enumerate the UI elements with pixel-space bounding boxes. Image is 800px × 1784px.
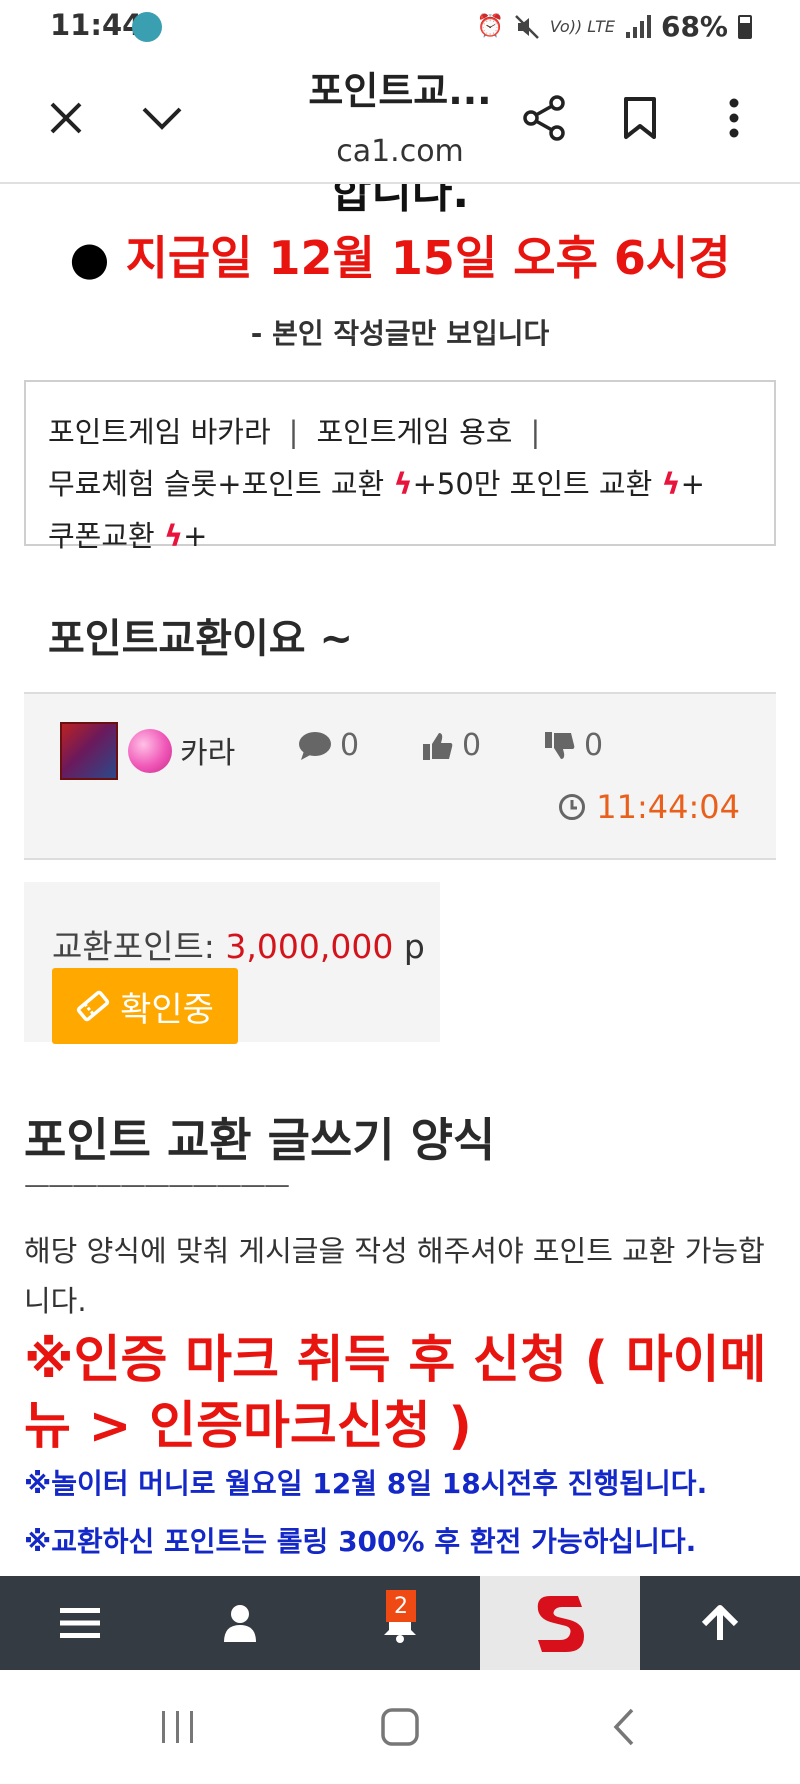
page-content: 합니다. ● 지급일 12월 15일 오후 6시경 - 본인 작성글만 보입니다… xyxy=(0,184,800,1576)
avatar[interactable] xyxy=(60,722,118,780)
status-bar: 11:44 ⏰ Vo)) LTE 68% xyxy=(0,0,800,56)
bookmark-icon xyxy=(624,97,656,139)
volte-icon: Vo)) LTE xyxy=(549,17,615,36)
link-separator: | xyxy=(288,415,299,449)
home-icon xyxy=(381,1708,419,1746)
form-description: 해당 양식에 맞춰 게시글을 작성 해주셔야 포인트 교환 가능합니다. xyxy=(24,1234,765,1318)
share-button[interactable] xyxy=(516,90,572,146)
dislike-count[interactable]: 0 xyxy=(544,728,603,763)
thumbs-down-icon xyxy=(545,731,575,759)
collapse-button[interactable] xyxy=(134,90,190,146)
post-time-value: 11:44:04 xyxy=(596,788,740,826)
like-count-value: 0 xyxy=(462,728,482,763)
link-separator: | xyxy=(530,415,541,449)
level-badge-icon xyxy=(128,729,172,773)
comment-count-value: 0 xyxy=(340,728,360,763)
status-button-label: 확인중 xyxy=(120,989,214,1030)
rolling-notice: ※교환하신 포인트는 롤링 300% 후 환전 가능하십니다. xyxy=(24,1525,697,1558)
back-icon xyxy=(613,1708,634,1746)
recent-apps-icon xyxy=(162,1711,193,1743)
exchange-points-value: 3,000,000 xyxy=(225,927,394,966)
lightning-icon: ϟ xyxy=(393,467,413,501)
home-button[interactable] xyxy=(370,1700,430,1754)
clock-icon xyxy=(559,794,586,820)
browser-header: 포인트교... ca1.com xyxy=(0,56,800,184)
more-vertical-icon xyxy=(729,98,739,138)
bullet-icon: ● xyxy=(69,231,110,285)
post-meta-box xyxy=(24,692,776,860)
plus-text: + xyxy=(183,519,208,553)
post-title: 포인트교환이요 ~ xyxy=(48,616,354,662)
pay-date-text: 지급일 12월 15일 오후 6시경 xyxy=(125,231,731,285)
link-baccarat[interactable]: 포인트게임 바카라 xyxy=(48,415,271,449)
more-options-button[interactable] xyxy=(706,90,762,146)
bookmark-button[interactable] xyxy=(612,90,668,146)
cut-heading: 합니다. xyxy=(330,184,470,218)
lightning-icon: ϟ xyxy=(661,467,681,501)
recent-apps-button[interactable] xyxy=(148,1700,208,1754)
menu-icon xyxy=(60,1608,100,1638)
scroll-top-button[interactable] xyxy=(640,1576,800,1670)
alarm-icon: ⏰ xyxy=(476,14,504,39)
site-logo[interactable] xyxy=(480,1576,640,1670)
exchange-points: 교환포인트: 3,000,000 p xyxy=(52,920,425,968)
lightning-icon: ϟ xyxy=(163,519,184,553)
link-coupon[interactable]: 쿠폰교환 xyxy=(48,519,155,553)
plus-text: + xyxy=(680,467,705,501)
ticket-icon xyxy=(76,990,110,1022)
battery-percent: 68% xyxy=(660,10,728,43)
author-name[interactable]: 카라 xyxy=(180,728,235,772)
close-icon xyxy=(50,102,82,134)
system-nav xyxy=(0,1670,800,1784)
signal-icon xyxy=(625,14,651,38)
app-notification-icon xyxy=(132,12,162,42)
status-button[interactable]: 확인중 xyxy=(52,968,238,1044)
share-icon xyxy=(523,95,565,141)
form-divider: ——————————— xyxy=(24,1170,290,1200)
visibility-note: - 본인 작성글만 보입니다 xyxy=(250,317,550,350)
game-links: 포인트게임 바카라 | 포인트게임 용호 | 무료체험 슬롯+포인트 교환 ϟ+50만… xyxy=(48,406,768,562)
status-icons: ⏰ Vo)) LTE 68% xyxy=(476,10,752,43)
notifications-button[interactable]: 2 xyxy=(320,1576,480,1670)
site-logo-icon xyxy=(537,1596,584,1652)
thumbs-up-icon xyxy=(423,732,453,760)
comment-icon xyxy=(299,731,331,760)
profile-button[interactable] xyxy=(160,1576,320,1670)
post-time: 11:44:04 xyxy=(558,788,740,826)
chevron-down-icon xyxy=(142,107,182,130)
close-button[interactable] xyxy=(38,90,94,146)
exchange-points-label: 교환포인트: xyxy=(52,927,226,966)
certification-notice: ※인증 마크 취득 후 신청 ( 마이메뉴 > 인증마크신청 ) xyxy=(24,1331,767,1456)
link-exchange-500k[interactable]: +50만 포인트 교환 xyxy=(413,467,653,501)
link-free-slot[interactable]: 무료체험 슬롯+포인트 교환 xyxy=(48,467,384,501)
battery-icon xyxy=(738,14,752,39)
notification-count-badge: 2 xyxy=(386,1590,416,1622)
mute-icon xyxy=(515,14,539,39)
pay-date-notice: ● 지급일 12월 15일 오후 6시경 xyxy=(0,222,800,288)
like-count[interactable]: 0 xyxy=(422,728,481,763)
comment-count: 0 xyxy=(298,728,359,763)
menu-button[interactable] xyxy=(0,1576,160,1670)
schedule-notice: ※놀이터 머니로 월요일 12월 8일 18시전후 진행됩니다. xyxy=(24,1467,708,1500)
form-title: 포인트 교환 글쓰기 양식 xyxy=(24,1113,496,1167)
dislike-count-value: 0 xyxy=(584,728,604,763)
back-button[interactable] xyxy=(594,1700,654,1754)
status-time: 11:44 xyxy=(50,8,143,42)
bottom-nav: 2 xyxy=(0,1576,800,1670)
link-dragon-tiger[interactable]: 포인트게임 용호 xyxy=(316,415,512,449)
user-icon xyxy=(224,1605,256,1642)
exchange-points-unit: p xyxy=(393,927,425,966)
arrow-up-icon xyxy=(701,1605,739,1640)
